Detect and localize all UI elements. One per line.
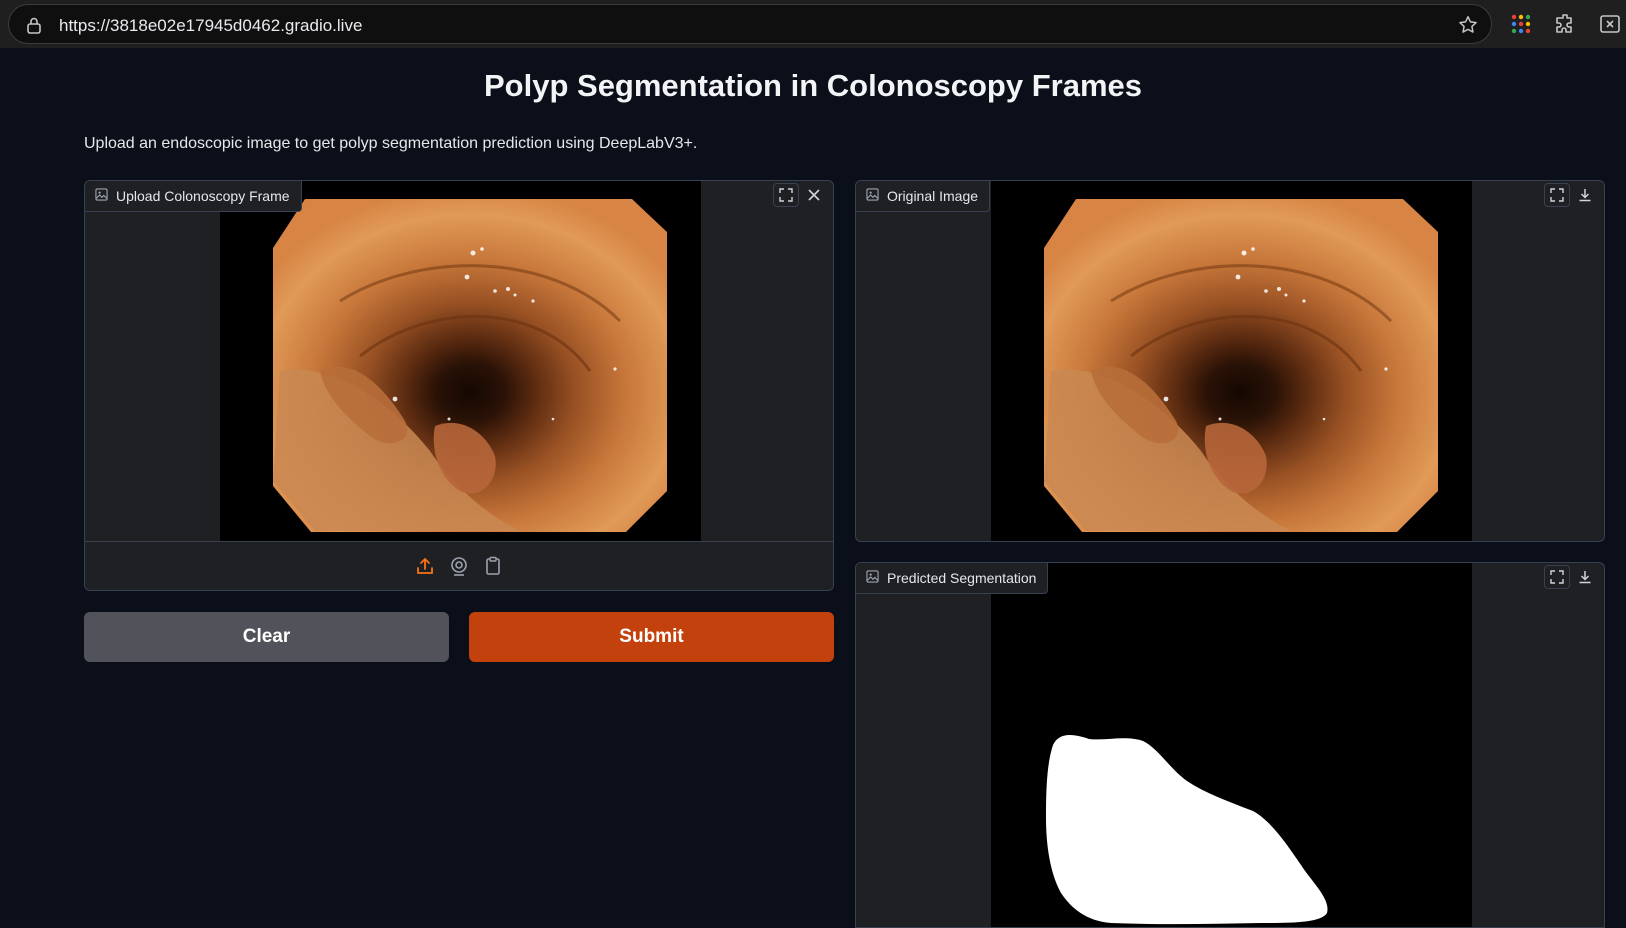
image-source-bar <box>85 541 833 590</box>
address-bar[interactable]: https://3818e02e17945d0462.gradio.live <box>8 4 1492 44</box>
uploaded-colonoscopy-image[interactable] <box>220 181 701 541</box>
image-icon <box>866 570 879 586</box>
image-icon <box>866 188 879 204</box>
upload-image-panel[interactable]: Upload Colonoscopy Frame <box>84 180 834 591</box>
panel-label-text: Upload Colonoscopy Frame <box>116 188 290 204</box>
segmentation-panel: Predicted Segmentation <box>855 562 1605 928</box>
lock-icon[interactable] <box>25 16 43 39</box>
fullscreen-icon[interactable] <box>1544 183 1570 207</box>
panel-label: Original Image <box>856 181 991 212</box>
submit-button[interactable]: Submit <box>469 612 834 662</box>
browser-toolbar: https://3818e02e17945d0462.gradio.live <box>0 0 1626 48</box>
download-icon[interactable] <box>1572 183 1598 207</box>
download-icon[interactable] <box>1572 565 1598 589</box>
panel-label: Upload Colonoscopy Frame <box>85 181 302 212</box>
gradio-app: Polyp Segmentation in Colonoscopy Frames… <box>0 48 1626 928</box>
panel-toolbar <box>773 183 827 207</box>
segmentation-mask-image <box>991 563 1472 927</box>
fullscreen-icon[interactable] <box>773 183 799 207</box>
original-image-panel: Original Image <box>855 180 1605 542</box>
page-title: Polyp Segmentation in Colonoscopy Frames <box>484 68 1142 103</box>
close-icon[interactable] <box>801 183 827 207</box>
page-description: Upload an endoscopic image to get polyp … <box>84 135 698 152</box>
upload-icon[interactable] <box>414 555 436 577</box>
star-icon[interactable] <box>1457 14 1479 41</box>
original-colonoscopy-image <box>991 181 1472 541</box>
webcam-icon[interactable] <box>448 555 470 577</box>
panel-label-text: Original Image <box>887 188 979 204</box>
tab-capture-icon[interactable] <box>1598 12 1626 41</box>
apps-icon[interactable] <box>1509 12 1533 41</box>
clipboard-icon[interactable] <box>482 555 504 577</box>
url-text[interactable]: https://3818e02e17945d0462.gradio.live <box>59 16 362 36</box>
panel-toolbar <box>1544 565 1598 589</box>
panel-label-text: Predicted Segmentation <box>887 570 1037 586</box>
panel-label: Predicted Segmentation <box>856 563 1049 594</box>
clear-button[interactable]: Clear <box>84 612 449 662</box>
panel-toolbar <box>1544 183 1598 207</box>
extensions-icon[interactable] <box>1554 12 1578 41</box>
polyp-mask-region <box>1046 735 1328 925</box>
image-icon <box>95 188 108 204</box>
fullscreen-icon[interactable] <box>1544 565 1570 589</box>
